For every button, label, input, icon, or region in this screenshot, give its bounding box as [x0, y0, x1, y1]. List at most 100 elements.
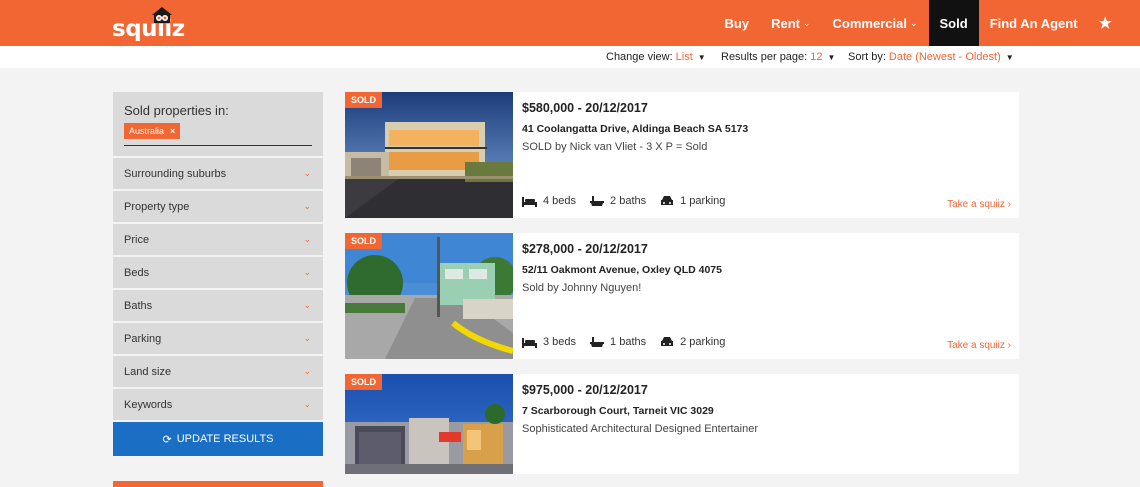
- chevron-down-icon: ⌄: [303, 267, 311, 277]
- filter-land-size[interactable]: Land size ⌄: [113, 356, 323, 387]
- take-a-squiiz-link[interactable]: Take a squiiz ›: [947, 199, 1011, 210]
- chevron-down-icon: ⌄: [303, 366, 311, 376]
- car-icon: [661, 196, 674, 205]
- caret-down-icon: ▼: [1005, 53, 1014, 62]
- listing-price: $278,000 - 20/12/2017: [522, 242, 648, 256]
- listing-info: $278,000 - 20/12/2017 52/11 Oakmont Aven…: [522, 242, 1009, 294]
- chevron-down-icon: ⌄: [303, 300, 311, 310]
- chevron-down-icon: ⌄: [303, 201, 311, 211]
- sort-bar: Change view: List ▼ Results per page: 12 ▼ S…: [0, 46, 1140, 68]
- refresh-icon: ⟳: [162, 433, 172, 446]
- logo[interactable]: squiiz: [112, 6, 185, 42]
- listing-photo[interactable]: SOLD: [345, 233, 513, 359]
- chevron-down-icon: ⌄: [803, 17, 811, 28]
- per-page-value: 12: [810, 51, 823, 63]
- baths-feature: 2 baths: [590, 195, 646, 207]
- baths-count: 1 baths: [610, 336, 647, 348]
- listing-description: Sophisticated Architectural Designed Ent…: [522, 423, 759, 435]
- listing-price: $580,000 - 20/12/2017: [522, 101, 648, 115]
- listing-card[interactable]: SOLD $278,000 - 20/12/2017 52/11 Oakmont…: [345, 233, 1019, 359]
- per-page-label: Results per page:: [721, 51, 808, 63]
- filter-label: Keywords: [124, 399, 173, 411]
- favourites-button[interactable]: ★: [1089, 0, 1140, 46]
- location-filter: Sold properties in: Australia ×: [113, 92, 323, 156]
- bed-icon: [522, 338, 537, 348]
- nav-find-agent-label: Find An Agent: [989, 15, 1078, 31]
- nav-rent-label: Rent: [771, 15, 800, 31]
- listing-features: 4 beds 2 baths 1 parking: [522, 195, 739, 207]
- change-view-select[interactable]: Change view: List ▼: [606, 51, 706, 63]
- take-a-squiiz-link[interactable]: Take a squiiz ›: [947, 340, 1011, 351]
- bed-icon: [522, 197, 537, 207]
- house-photo-image: [345, 92, 513, 218]
- update-results-label: UPDATE RESULTS: [176, 433, 274, 445]
- orange-divider: [113, 481, 323, 487]
- listing-card[interactable]: SOLD $580,000 - 20/12/2017 41 Coolangatt…: [345, 92, 1019, 218]
- parking-count: 2 parking: [680, 336, 726, 348]
- nav-sold-label: Sold: [939, 15, 968, 31]
- top-navbar: squiiz Buy Rent ⌄ Commercial ⌄ Sold Find A…: [0, 0, 1140, 46]
- bath-icon: [590, 337, 605, 347]
- filter-baths[interactable]: Baths ⌄: [113, 290, 323, 321]
- filter-property-type[interactable]: Property type ⌄: [113, 191, 323, 222]
- listing-address[interactable]: 52/11 Oakmont Avenue, Oxley QLD 4075: [522, 264, 1009, 276]
- nav-commercial[interactable]: Commercial ⌄: [822, 0, 929, 46]
- location-tag[interactable]: Australia ×: [124, 123, 181, 139]
- close-icon[interactable]: ×: [170, 126, 175, 136]
- beds-count: 4 beds: [543, 195, 577, 207]
- logo-house-icon: [152, 7, 172, 23]
- per-page-select[interactable]: Results per page: 12 ▼: [721, 51, 835, 63]
- car-icon: [661, 337, 674, 346]
- sort-by-label: Sort by:: [848, 51, 886, 63]
- parking-count: 1 parking: [680, 195, 726, 207]
- chevron-down-icon: ⌄: [303, 333, 311, 343]
- chevron-down-icon: ⌄: [303, 399, 311, 409]
- listing-address[interactable]: 7 Scarborough Court, Tarneit VIC 3029: [522, 405, 1009, 417]
- filter-parking[interactable]: Parking ⌄: [113, 323, 323, 354]
- nav-rent[interactable]: Rent ⌄: [760, 0, 821, 46]
- sort-by-select[interactable]: Sort by: Date (Newest - Oldest) ▼: [848, 51, 1014, 63]
- sold-badge: SOLD: [345, 374, 383, 390]
- listing-info: $580,000 - 20/12/2017 41 Coolangatta Dri…: [522, 101, 1009, 153]
- listing-features: 3 beds 1 baths 2 parking: [522, 336, 739, 348]
- main-nav: Buy Rent ⌄ Commercial ⌄ Sold Find An Agent…: [714, 0, 1140, 46]
- nav-buy[interactable]: Buy: [714, 0, 761, 46]
- chevron-down-icon: ⌄: [909, 17, 918, 28]
- filter-price[interactable]: Price ⌄: [113, 224, 323, 255]
- chevron-down-icon: ⌄: [303, 234, 311, 244]
- listing-info: $975,000 - 20/12/2017 7 Scarborough Cour…: [522, 383, 1009, 435]
- house-photo-image: [345, 233, 513, 359]
- update-results-button[interactable]: ⟳ UPDATE RESULTS: [113, 422, 323, 456]
- location-input-underline[interactable]: [124, 145, 312, 146]
- filter-label: Land size: [124, 366, 172, 378]
- filter-label: Price: [124, 234, 150, 246]
- filter-label: Surrounding suburbs: [124, 168, 227, 180]
- change-view-value: List: [675, 51, 693, 63]
- listing-card[interactable]: SOLD $975,000 - 20/12/2017 7 Scarborough…: [345, 374, 1019, 474]
- bath-icon: [590, 196, 605, 206]
- sold-badge: SOLD: [345, 233, 383, 249]
- change-view-label: Change view:: [606, 51, 673, 63]
- star-icon: ★: [1098, 15, 1112, 32]
- nav-find-agent[interactable]: Find An Agent: [979, 0, 1089, 46]
- parking-feature: 1 parking: [660, 195, 725, 207]
- filter-label: Property type: [124, 201, 190, 213]
- listing-description: Sold by Johnny Nguyen!: [522, 282, 642, 294]
- beds-feature: 3 beds: [522, 336, 576, 348]
- beds-feature: 4 beds: [522, 195, 576, 207]
- filter-beds[interactable]: Beds ⌄: [113, 257, 323, 288]
- listing-address[interactable]: 41 Coolangatta Drive, Aldinga Beach SA 5…: [522, 123, 1009, 135]
- filter-label: Parking: [124, 333, 162, 345]
- listing-description: SOLD by Nick van Vliet - 3 X P = Sold: [522, 141, 708, 153]
- filter-label: Beds: [124, 267, 150, 279]
- filter-keywords[interactable]: Keywords ⌄: [113, 389, 323, 420]
- location-tag-label: Australia: [129, 126, 165, 136]
- filter-surrounding-suburbs[interactable]: Surrounding suburbs ⌄: [113, 158, 323, 189]
- location-filter-title: Sold properties in:: [124, 103, 229, 118]
- listing-photo[interactable]: SOLD: [345, 92, 513, 218]
- nav-sold[interactable]: Sold: [928, 0, 979, 46]
- caret-down-icon: ▼: [697, 53, 706, 62]
- sort-by-value: Date (Newest - Oldest): [888, 51, 1001, 63]
- listing-photo[interactable]: SOLD: [345, 374, 513, 474]
- chevron-down-icon: ⌄: [303, 168, 311, 178]
